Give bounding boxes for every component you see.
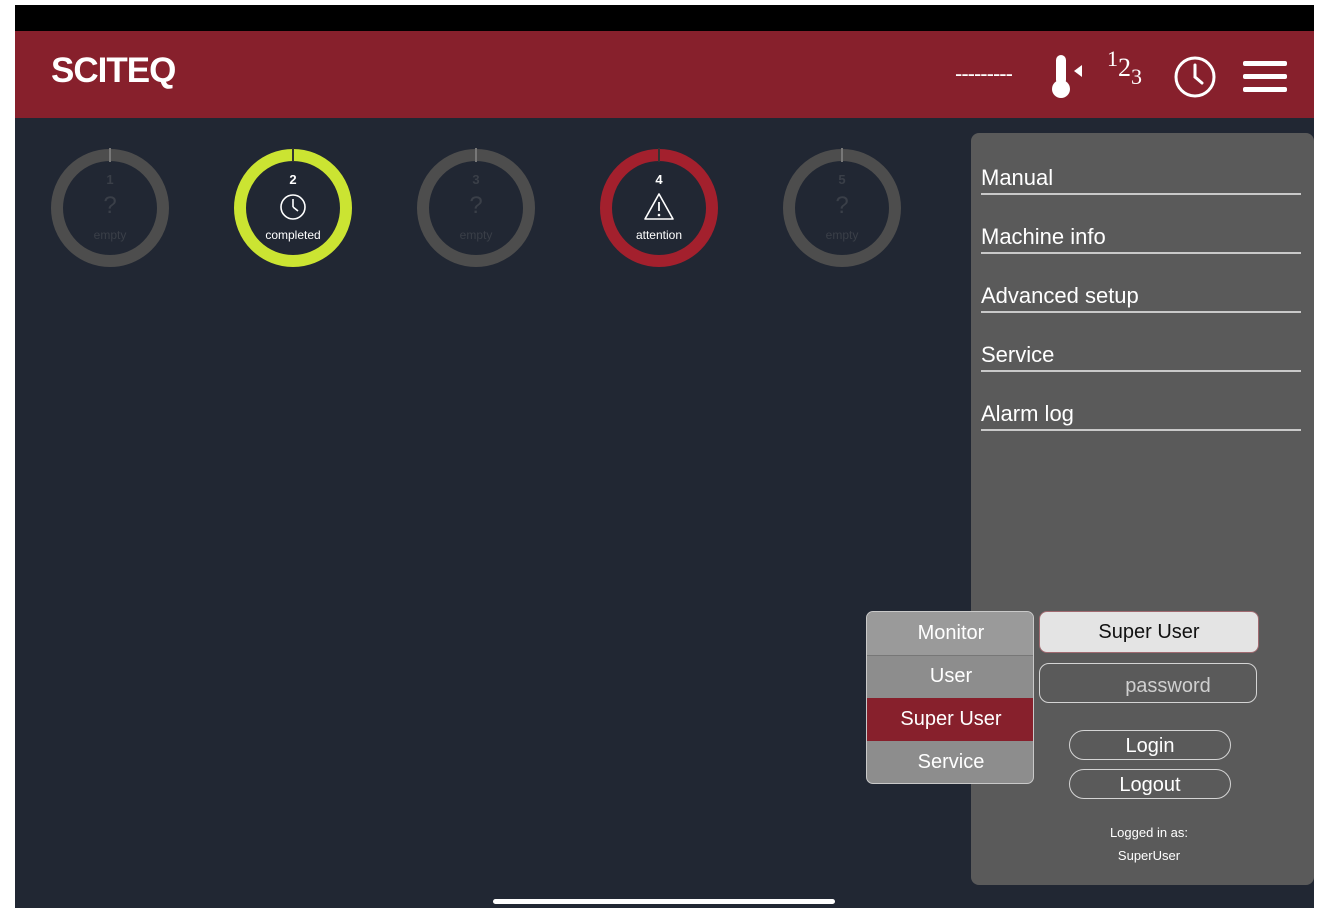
menu-item-advanced-setup[interactable]: Advanced setup	[981, 271, 1301, 313]
menu-item-service[interactable]: Service	[981, 330, 1301, 372]
role-dropdown: Monitor User Super User Service	[866, 611, 1034, 784]
hamburger-menu-icon[interactable]	[1243, 59, 1287, 100]
role-option-user[interactable]: User	[867, 655, 1033, 698]
position-number: 1	[106, 172, 114, 187]
logged-in-label: Logged in as:	[1109, 825, 1189, 840]
role-select[interactable]: Super User	[1039, 611, 1259, 653]
position-ring-1[interactable]: 1 ? empty	[50, 148, 170, 268]
app-frame: SCITEQ --------- 123 1 ? empty 2 complet…	[15, 5, 1314, 908]
clock-icon[interactable]	[1173, 55, 1217, 104]
temperature-readout: ---------	[955, 61, 1013, 86]
position-number: 5	[838, 172, 846, 187]
login-button[interactable]: Login	[1069, 730, 1231, 760]
position-ring-2[interactable]: 2 completed	[233, 148, 353, 268]
position-status: completed	[265, 228, 321, 242]
number-format-icon[interactable]: 123	[1107, 46, 1142, 89]
position-number: 2	[289, 172, 297, 187]
position-status: attention	[635, 228, 683, 242]
position-status: empty	[459, 228, 493, 242]
position-number: 3	[472, 172, 480, 187]
logout-button[interactable]: Logout	[1069, 769, 1231, 799]
sciteq-logo: SCITEQ	[51, 51, 176, 90]
menu-item-manual[interactable]: Manual	[981, 153, 1301, 195]
role-option-monitor[interactable]: Monitor	[867, 612, 1033, 656]
role-option-service[interactable]: Service	[867, 741, 1033, 783]
position-number: 4	[655, 172, 663, 187]
position-status: empty	[93, 228, 127, 242]
position-ring-5[interactable]: 5 ? empty	[782, 148, 902, 268]
position-ring-3[interactable]: 3 ? empty	[416, 148, 536, 268]
password-input[interactable]: password	[1039, 663, 1257, 703]
unknown-icon: ?	[835, 192, 849, 219]
status-bar	[15, 5, 1314, 31]
role-option-super-user[interactable]: Super User	[867, 698, 1033, 741]
menu-item-alarm-log[interactable]: Alarm log	[981, 389, 1301, 431]
unknown-icon: ?	[469, 192, 483, 219]
thermometer-icon[interactable]	[1048, 53, 1084, 106]
logged-in-user: SuperUser	[1117, 848, 1181, 863]
position-ring-4[interactable]: 4 attention	[599, 148, 719, 268]
menu-item-machine-info[interactable]: Machine info	[981, 212, 1301, 254]
position-status: empty	[825, 228, 859, 242]
home-indicator[interactable]	[493, 899, 835, 904]
unknown-icon: ?	[103, 192, 117, 219]
header-bar: SCITEQ --------- 123	[15, 31, 1314, 118]
